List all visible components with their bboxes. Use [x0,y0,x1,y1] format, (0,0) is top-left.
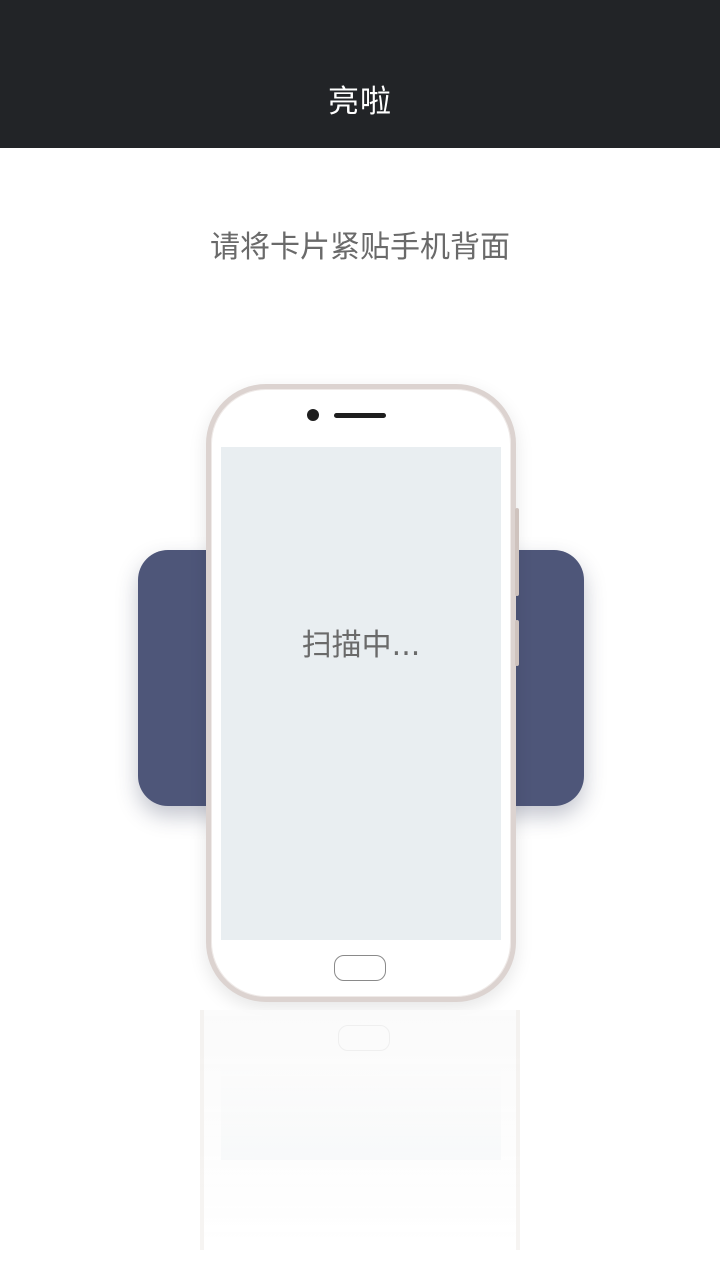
scanning-status: 扫描中... [301,628,421,663]
instruction-text: 请将卡片紧贴手机背面 [210,230,510,265]
app-header: 亮啦 [0,0,720,148]
phone-reflection-home-icon [338,1025,390,1051]
phone-side-button [515,620,519,666]
phone-side-button [515,508,519,596]
phone-home-button-icon [334,955,386,981]
phone-screen [221,447,501,940]
page-title: 亮啦 [328,83,392,120]
phone-camera-icon [307,409,319,421]
phone-reflection-screen [221,1060,501,1160]
page: 亮啦 请将卡片紧贴手机背面 扫描中... [0,0,720,1280]
phone-speaker-icon [334,413,386,418]
